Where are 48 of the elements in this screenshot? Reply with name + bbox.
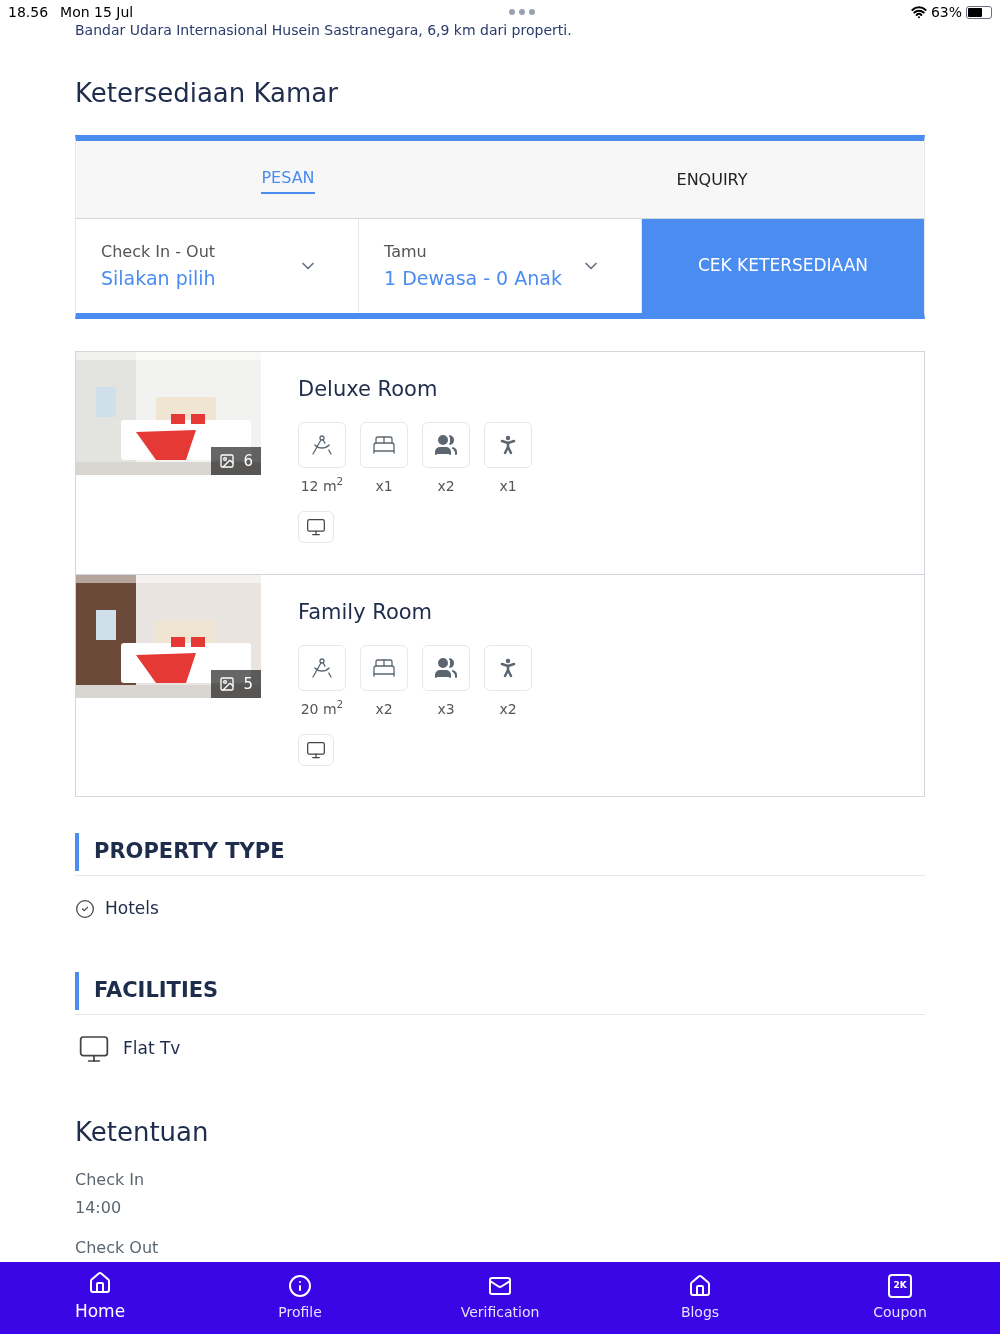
monitor-icon	[306, 739, 326, 760]
people-icon	[434, 655, 458, 680]
drafting-compass-icon	[310, 655, 334, 680]
section-heading: FACILITIES	[94, 976, 219, 1004]
amenity-label: x3	[437, 699, 455, 719]
dropdown-field[interactable]: Check In - Out Silakan pilih	[76, 219, 359, 313]
section-title: Ketentuan	[75, 1115, 210, 1149]
battery-icon	[966, 5, 992, 19]
drafting-compass-icon	[310, 432, 334, 457]
info-icon	[288, 1273, 312, 1298]
battery-percent: 63%	[930, 2, 962, 22]
home-icon	[688, 1273, 712, 1298]
amenity-label: x2	[375, 699, 393, 719]
monitor-icon	[306, 516, 326, 537]
photo-count-badge: 6	[211, 447, 261, 475]
wifi-icon	[910, 4, 927, 20]
image-icon	[219, 453, 236, 469]
more-dots-icon	[509, 9, 536, 15]
image-icon	[219, 676, 236, 692]
status-time: 18.56	[8, 2, 49, 22]
section-title: Ketersediaan Kamar	[75, 77, 339, 110]
photo-count-badge: 5	[211, 670, 261, 698]
location-note: Bandar Udara Internasional Husein Sastranegara, 6,9 km dari properti.	[75, 24, 573, 38]
amenity-label: x2	[437, 476, 455, 496]
nav-tab[interactable]: Blogs	[600, 1262, 800, 1334]
amenity-label: 12 m$^{2}$	[300, 475, 344, 496]
rule-label: Check Out	[75, 1236, 160, 1259]
room-name: Deluxe Room	[298, 376, 439, 403]
rule-label: Check In	[75, 1168, 146, 1191]
nav-tab[interactable]: 2K Coupon	[800, 1262, 1000, 1334]
amenity-label: x1	[375, 476, 393, 496]
amenity-label: x2	[499, 699, 517, 719]
check-circle-icon	[75, 898, 95, 919]
home-icon	[88, 1271, 112, 1296]
nav-tab[interactable]: Profile	[200, 1262, 400, 1334]
nav-tab[interactable]: Verification	[400, 1262, 600, 1334]
rule-value: 14:00	[75, 1196, 123, 1219]
property-type-label: Hotels	[105, 897, 159, 920]
status-date: Mon 15 Jul	[60, 2, 134, 22]
coupon-icon: 2K	[888, 1273, 912, 1298]
amenity-label: x1	[499, 476, 517, 496]
amenity-label: 20 m$^{2}$	[300, 698, 344, 719]
facility-label: Flat Tv	[123, 1036, 181, 1060]
tab[interactable]: ENQUIRY	[500, 141, 924, 218]
people-icon	[434, 432, 458, 457]
section-heading: PROPERTY TYPE	[94, 838, 285, 866]
nav-tab[interactable]: Home	[0, 1262, 200, 1334]
room-name: Family Room	[298, 599, 434, 626]
